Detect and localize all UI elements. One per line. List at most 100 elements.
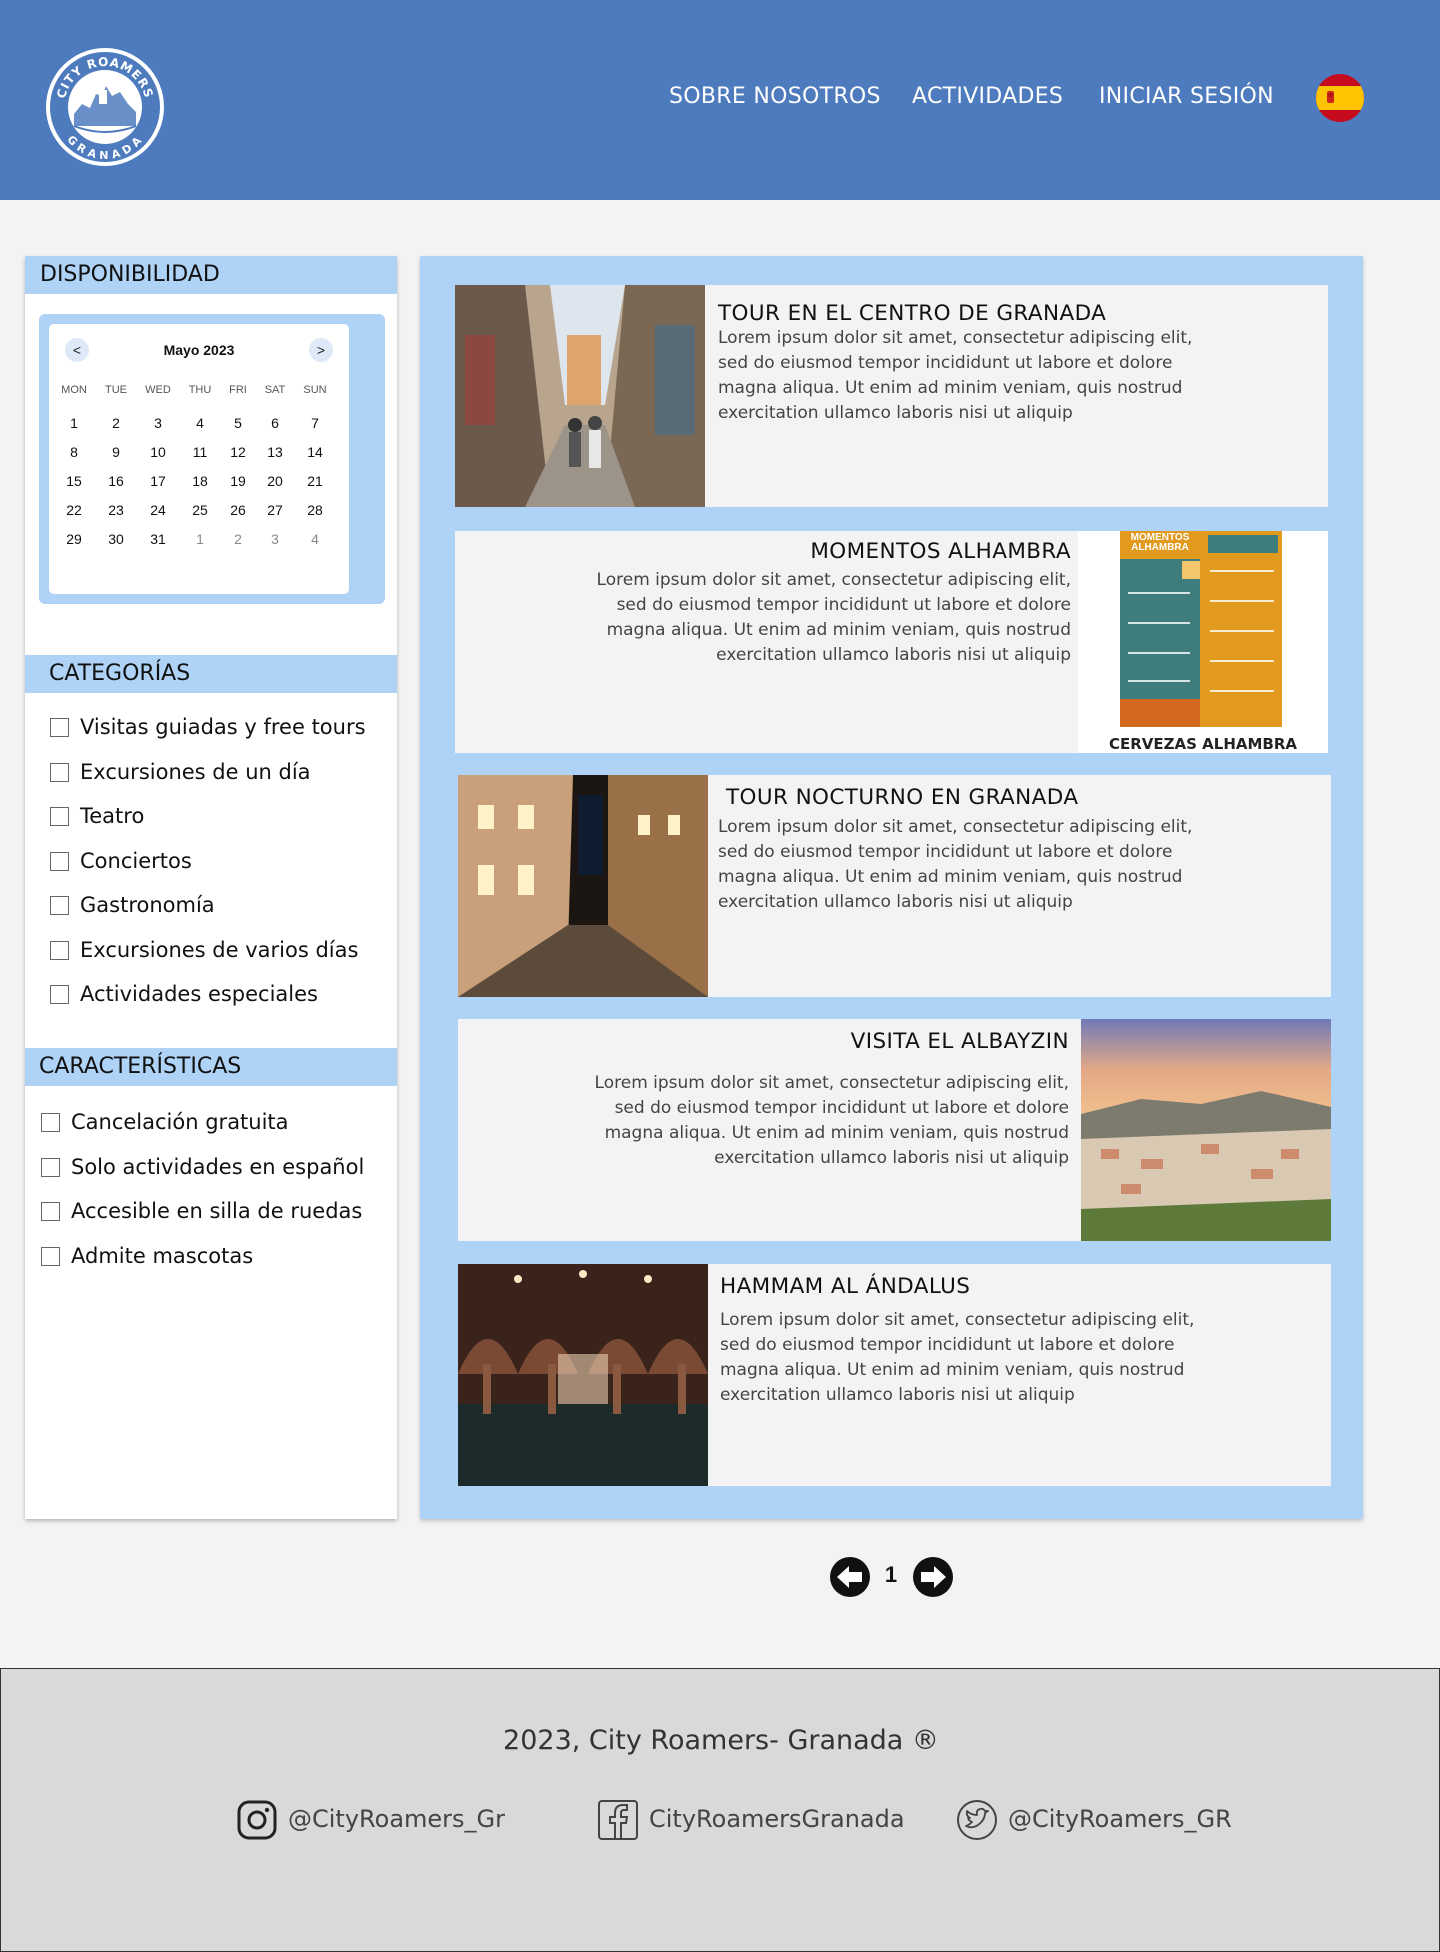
calendar-day[interactable]: 2 xyxy=(99,412,133,434)
checkbox[interactable] xyxy=(50,852,69,871)
activity-description: Lorem ipsum dolor sit amet, consectetur … xyxy=(720,1310,1195,1405)
activity-card-nocturno[interactable]: TOUR NOCTURNO EN GRANADA Lorem ipsum dol… xyxy=(458,775,1331,997)
calendar-day[interactable]: 29 xyxy=(57,528,91,550)
site-footer: 2023, City Roamers- Granada ® @CityRoame… xyxy=(0,1668,1440,1952)
calendar-day[interactable]: 18 xyxy=(183,470,217,492)
checkbox-label: Excursiones de varios días xyxy=(80,938,359,962)
albaicin-panorama-photo xyxy=(1081,1019,1331,1241)
weekday-label: WED xyxy=(145,384,171,396)
calendar-day[interactable]: 17 xyxy=(141,470,175,492)
city-roamers-logo[interactable]: CITY ROAMERS GRANADA xyxy=(44,46,166,168)
calendar-day[interactable]: 24 xyxy=(141,499,175,521)
checkbox[interactable] xyxy=(50,807,69,826)
activity-title[interactable]: HAMMAM AL ÁNDALUS xyxy=(720,1274,970,1299)
calendar-day[interactable]: 31 xyxy=(141,528,175,550)
calendar-day[interactable]: 20 xyxy=(258,470,292,492)
calendar-day[interactable]: 30 xyxy=(99,528,133,550)
calendar-next-button[interactable]: > xyxy=(309,338,333,362)
checkbox[interactable] xyxy=(50,718,69,737)
calendar-day[interactable]: 12 xyxy=(221,441,255,463)
calendar-day[interactable]: 4 xyxy=(183,412,217,434)
calendar-day[interactable]: 1 xyxy=(183,528,217,550)
calendar-day[interactable]: 14 xyxy=(298,441,332,463)
copyright-text: 2023, City Roamers- Granada ® xyxy=(503,1725,939,1756)
checkbox-label: Accesible en silla de ruedas xyxy=(71,1199,363,1223)
calendar-day[interactable]: 22 xyxy=(57,499,91,521)
checkbox[interactable] xyxy=(41,1247,60,1266)
calendar-day[interactable]: 2 xyxy=(221,528,255,550)
checkbox-label: Teatro xyxy=(80,804,145,828)
poster-footer: CERVEZAS ALHAMBRA xyxy=(1108,735,1298,753)
calendar-day[interactable]: 5 xyxy=(221,412,255,434)
weekday-label: SUN xyxy=(303,384,327,396)
calendar-day[interactable]: 26 xyxy=(221,499,255,521)
checkbox-label: Conciertos xyxy=(80,849,192,873)
calendar-day[interactable]: 15 xyxy=(57,470,91,492)
calendar-day[interactable]: 9 xyxy=(99,441,133,463)
activity-title[interactable]: VISITA EL ALBAYZIN xyxy=(851,1029,1069,1054)
prev-page-button[interactable] xyxy=(829,1556,871,1598)
activity-list: TOUR EN EL CENTRO DE GRANADA Lorem ipsum… xyxy=(420,256,1363,1519)
hammam-photo xyxy=(458,1264,708,1486)
checkbox-label: Admite mascotas xyxy=(71,1244,254,1268)
activity-description: Lorem ipsum dolor sit amet, consectetur … xyxy=(718,328,1193,423)
activity-card-centro[interactable]: TOUR EN EL CENTRO DE GRANADA Lorem ipsum… xyxy=(455,285,1328,507)
spain-flag-icon[interactable] xyxy=(1316,74,1364,122)
calendar-frame: < Mayo 2023 > MON TUE WED THU FRI SAT SU… xyxy=(39,314,385,604)
filters-sidebar: DISPONIBILIDAD < Mayo 2023 > MON TUE WED… xyxy=(25,256,397,1519)
calendar-day[interactable]: 8 xyxy=(57,441,91,463)
checkbox-label: Actividades especiales xyxy=(80,982,318,1006)
calendar-day[interactable]: 7 xyxy=(298,412,332,434)
checkbox-label: Excursiones de un día xyxy=(80,760,311,784)
nav-iniciar-sesion[interactable]: INICIAR SESIÓN xyxy=(1099,84,1274,114)
calendar-day[interactable]: 10 xyxy=(141,441,175,463)
activity-description: Lorem ipsum dolor sit amet, consectetur … xyxy=(718,817,1193,912)
poster-image: MOMENTOS ALHAMBRA CERVEZAS ALHAMBRA xyxy=(1078,531,1328,753)
weekday-label: MON xyxy=(61,384,87,396)
twitter-handle: @CityRoamers_GR xyxy=(1008,1805,1232,1833)
calendar-day[interactable]: 6 xyxy=(258,412,292,434)
checkbox[interactable] xyxy=(41,1158,60,1177)
checkbox[interactable] xyxy=(50,941,69,960)
next-page-button[interactable] xyxy=(912,1556,954,1598)
weekday-label: TUE xyxy=(105,384,127,396)
calendar-day[interactable]: 19 xyxy=(221,470,255,492)
calendar-day[interactable]: 3 xyxy=(258,528,292,550)
nav-actividades[interactable]: ACTIVIDADES xyxy=(912,84,1063,114)
weekday-label: FRI xyxy=(229,384,247,396)
street-photo xyxy=(455,285,705,507)
availability-heading: DISPONIBILIDAD xyxy=(25,256,397,294)
activity-card-hammam[interactable]: HAMMAM AL ÁNDALUS Lorem ipsum dolor sit … xyxy=(458,1264,1331,1486)
calendar-day[interactable]: 28 xyxy=(298,499,332,521)
checkbox[interactable] xyxy=(50,985,69,1004)
calendar-day[interactable]: 1 xyxy=(57,412,91,434)
activity-title[interactable]: MOMENTOS ALHAMBRA xyxy=(810,539,1071,564)
checkbox-label: Visitas guiadas y free tours xyxy=(80,715,366,739)
calendar-day[interactable]: 4 xyxy=(298,528,332,550)
site-header: CITY ROAMERS GRANADA SOBRE NOSOTROS ACTI… xyxy=(0,0,1440,200)
weekday-label: SAT xyxy=(264,384,286,396)
activity-title[interactable]: TOUR EN EL CENTRO DE GRANADA xyxy=(718,301,1106,326)
checkbox[interactable] xyxy=(50,896,69,915)
categories-heading: CATEGORÍAS xyxy=(25,655,397,693)
checkbox[interactable] xyxy=(41,1202,60,1221)
poster-title: MOMENTOS ALHAMBRA xyxy=(1130,532,1190,553)
instagram-handle: @CityRoamers_Gr xyxy=(288,1805,506,1833)
activity-card-albayzin[interactable]: VISITA EL ALBAYZIN Lorem ipsum dolor sit… xyxy=(458,1019,1331,1241)
activity-title[interactable]: TOUR NOCTURNO EN GRANADA xyxy=(726,785,1078,810)
calendar-day[interactable]: 23 xyxy=(99,499,133,521)
nav-sobre-nosotros[interactable]: SOBRE NOSOTROS xyxy=(669,84,881,114)
checkbox[interactable] xyxy=(41,1113,60,1132)
activity-card-momentos-alhambra[interactable]: MOMENTOS ALHAMBRA Lorem ipsum dolor sit … xyxy=(455,531,1328,753)
calendar-day[interactable]: 13 xyxy=(258,441,292,463)
calendar-day[interactable]: 3 xyxy=(141,412,175,434)
checkbox[interactable] xyxy=(50,763,69,782)
calendar-day[interactable]: 27 xyxy=(258,499,292,521)
calendar-day[interactable]: 11 xyxy=(183,441,217,463)
instagram-icon xyxy=(237,1800,277,1840)
calendar-day[interactable]: 21 xyxy=(298,470,332,492)
facebook-icon xyxy=(598,1800,638,1840)
calendar-month-label: Mayo 2023 xyxy=(163,342,235,358)
calendar-day[interactable]: 25 xyxy=(183,499,217,521)
calendar-day[interactable]: 16 xyxy=(99,470,133,492)
